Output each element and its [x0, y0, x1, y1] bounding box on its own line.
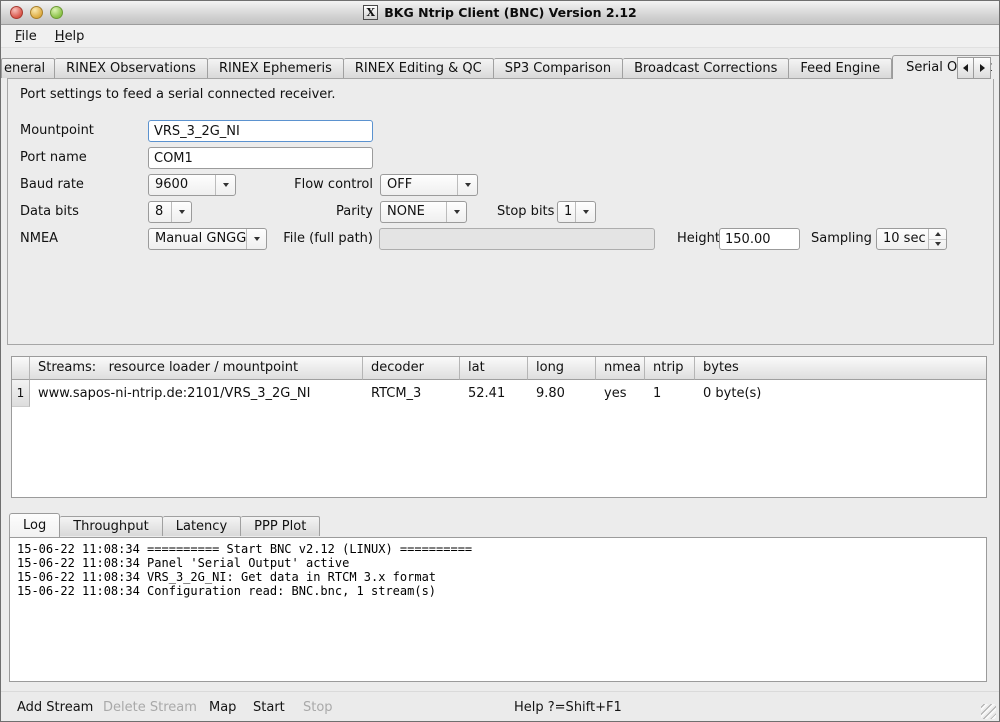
cell-long: 9.80: [528, 380, 596, 407]
header-ntrip[interactable]: ntrip: [645, 357, 695, 380]
arrow-left-icon: [963, 64, 968, 72]
header-corner-cell: [12, 357, 30, 380]
port-name-input[interactable]: [148, 147, 373, 169]
menu-help[interactable]: Help: [46, 27, 94, 46]
stop-bits-label: Stop bits: [497, 201, 554, 223]
tab-rinex-editing-qc[interactable]: RINEX Editing & QC: [344, 58, 494, 78]
header-bytes[interactable]: bytes: [695, 357, 986, 380]
window-title: BKG Ntrip Client (BNC) Version 2.12: [384, 5, 636, 20]
stop-button: Stop: [303, 700, 333, 715]
chevron-down-icon: [454, 210, 460, 214]
tab-sp3-comparison[interactable]: SP3 Comparison: [494, 58, 623, 78]
tab-general-partial[interactable]: eneral: [1, 58, 55, 78]
flow-control-label: Flow control: [208, 174, 373, 196]
arrow-right-icon: [980, 64, 985, 72]
menu-file[interactable]: File: [6, 27, 46, 46]
delete-stream-button: Delete Stream: [103, 700, 197, 715]
map-button[interactable]: Map: [209, 700, 236, 715]
streams-table: Streams: resource loader / mountpoint de…: [11, 356, 987, 498]
x11-app-icon: X: [363, 5, 378, 20]
height-label: Height: [677, 228, 720, 250]
chevron-down-icon: [583, 210, 589, 214]
cell-decoder: RTCM_3: [363, 380, 460, 407]
header-decoder[interactable]: decoder: [363, 357, 460, 380]
file-path-label: File (full path): [208, 228, 373, 250]
header-nmea[interactable]: nmea: [596, 357, 645, 380]
height-input[interactable]: [719, 228, 800, 250]
baud-rate-label: Baud rate: [20, 174, 84, 196]
add-stream-button[interactable]: Add Stream: [17, 700, 93, 715]
help-shortcut-hint: Help ?=Shift+F1: [514, 700, 622, 715]
log-line: 15-06-22 11:08:34 Panel 'Serial Output' …: [17, 556, 979, 570]
sampling-label: Sampling: [811, 228, 872, 250]
tab-feed-engine[interactable]: Feed Engine: [789, 58, 892, 78]
cell-mountpoint: www.sapos-ni-ntrip.de:2101/VRS_3_2G_NI: [30, 380, 363, 407]
title-bar[interactable]: X BKG Ntrip Client (BNC) Version 2.12: [1, 1, 999, 25]
file-path-input: [379, 228, 655, 250]
chevron-down-icon: [465, 183, 471, 187]
tab-rinex-ephemeris[interactable]: RINEX Ephemeris: [208, 58, 344, 78]
mountpoint-label: Mountpoint: [20, 120, 94, 142]
cell-nmea: yes: [596, 380, 645, 407]
arrow-up-icon: [935, 232, 941, 236]
log-line: 15-06-22 11:08:34 VRS_3_2G_NI: Get data …: [17, 570, 979, 584]
log-line: 15-06-22 11:08:34 Configuration read: BN…: [17, 584, 979, 598]
port-name-label: Port name: [20, 147, 87, 169]
flow-control-select[interactable]: OFF: [380, 174, 478, 196]
panel-tab-bar: eneral RINEX Observations RINEX Ephemeri…: [1, 55, 1000, 79]
tab-scroll-buttons: [957, 57, 991, 79]
log-line: 15-06-22 11:08:34 ========== Start BNC v…: [17, 542, 979, 556]
tab-latency[interactable]: Latency: [163, 516, 241, 536]
tab-throughput[interactable]: Throughput: [60, 516, 163, 536]
nmea-label: NMEA: [20, 228, 58, 250]
title-wrap: X BKG Ntrip Client (BNC) Version 2.12: [1, 1, 999, 24]
data-bits-select[interactable]: 8: [148, 201, 192, 223]
sampling-spinbox[interactable]: 10 sec: [876, 228, 947, 250]
cell-ntrip: 1: [645, 380, 695, 407]
parity-select[interactable]: NONE: [380, 201, 467, 223]
chevron-down-icon: [179, 210, 185, 214]
streams-table-header: Streams: resource loader / mountpoint de…: [12, 357, 986, 380]
status-bar: Add Stream Delete Stream Map Start Stop …: [1, 691, 999, 722]
stop-bits-select[interactable]: 1: [557, 201, 596, 223]
spin-up-button[interactable]: [929, 229, 946, 240]
spin-down-button[interactable]: [929, 240, 946, 250]
tab-ppp-plot[interactable]: PPP Plot: [241, 516, 320, 536]
panel-description: Port settings to feed a serial connected…: [20, 87, 336, 102]
data-bits-label: Data bits: [20, 201, 79, 223]
resize-grip[interactable]: [981, 704, 996, 719]
arrow-down-icon: [935, 242, 941, 246]
serial-output-panel: Port settings to feed a serial connected…: [7, 78, 994, 345]
row-number: 1: [12, 380, 30, 407]
header-lat[interactable]: lat: [460, 357, 528, 380]
parity-label: Parity: [208, 201, 373, 223]
tab-scroll-right-button[interactable]: [974, 57, 991, 79]
monitor-tab-bar: Log Throughput Latency PPP Plot: [9, 513, 320, 537]
cell-lat: 52.41: [460, 380, 528, 407]
menu-bar: File Help: [1, 25, 999, 48]
mountpoint-input[interactable]: [148, 120, 373, 142]
header-long[interactable]: long: [528, 357, 596, 380]
table-row[interactable]: 1 www.sapos-ni-ntrip.de:2101/VRS_3_2G_NI…: [12, 380, 986, 407]
tab-log[interactable]: Log: [9, 513, 60, 537]
bnc-window: X BKG Ntrip Client (BNC) Version 2.12 Fi…: [0, 0, 1000, 722]
tab-rinex-observations[interactable]: RINEX Observations: [55, 58, 208, 78]
start-button[interactable]: Start: [253, 700, 285, 715]
header-streams[interactable]: Streams: resource loader / mountpoint: [30, 357, 363, 380]
log-output: 15-06-22 11:08:34 ========== Start BNC v…: [9, 537, 987, 682]
tab-broadcast-corrections[interactable]: Broadcast Corrections: [623, 58, 789, 78]
tab-scroll-left-button[interactable]: [957, 57, 974, 79]
cell-bytes: 0 byte(s): [695, 380, 986, 407]
